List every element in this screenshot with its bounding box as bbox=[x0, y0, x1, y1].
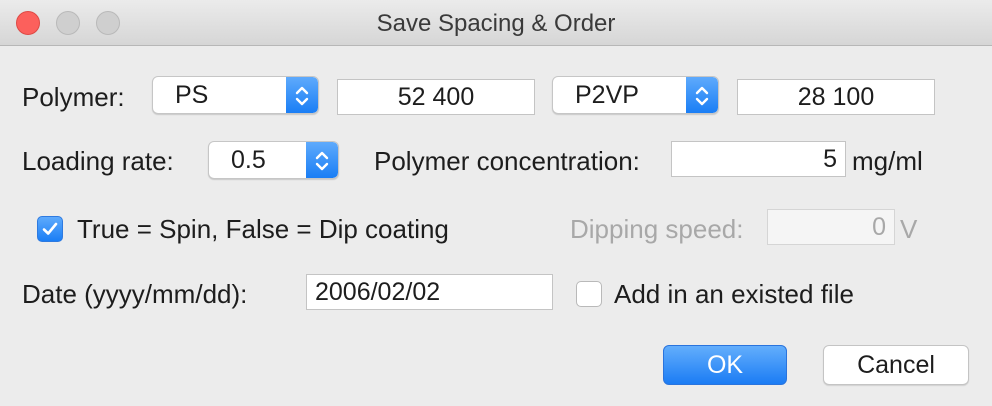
ok-button[interactable]: OK bbox=[663, 345, 787, 385]
concentration-label: Polymer concentration: bbox=[374, 146, 640, 176]
dipping-speed-label: Dipping speed: bbox=[570, 214, 744, 244]
title-bar: Save Spacing & Order bbox=[0, 0, 992, 46]
polymer-2-select-arrows bbox=[686, 77, 718, 113]
polymer-2-selected-value: P2VP bbox=[575, 81, 639, 109]
date-label: Date (yyyy/mm/dd): bbox=[22, 279, 248, 309]
concentration-unit: mg/ml bbox=[852, 146, 923, 176]
chevron-up-down-icon bbox=[295, 86, 309, 106]
chevron-up-down-icon bbox=[695, 86, 709, 106]
polymer-1-select[interactable]: PS bbox=[152, 76, 319, 114]
loading-rate-select[interactable]: 0.5 bbox=[208, 141, 339, 179]
loading-rate-select-arrows bbox=[306, 142, 338, 178]
dipping-speed-field[interactable]: 0 bbox=[767, 209, 895, 245]
polymer-1-mass-field[interactable]: 52 400 bbox=[337, 79, 535, 115]
add-existed-file-label: Add in an existed file bbox=[614, 279, 854, 309]
polymer-2-mass-field[interactable]: 28 100 bbox=[737, 79, 935, 115]
window-title: Save Spacing & Order bbox=[376, 10, 616, 37]
loading-rate-label: Loading rate: bbox=[22, 146, 174, 176]
spin-coating-checkbox[interactable] bbox=[37, 216, 63, 242]
add-existed-file-checkbox[interactable] bbox=[576, 281, 602, 307]
polymer-1-select-arrows bbox=[286, 77, 318, 113]
spin-coating-label: True = Spin, False = Dip coating bbox=[77, 214, 449, 244]
loading-rate-selected-value: 0.5 bbox=[231, 146, 266, 174]
checkmark-icon bbox=[42, 222, 58, 235]
chevron-up-down-icon bbox=[315, 151, 329, 171]
polymer-label: Polymer: bbox=[22, 82, 125, 112]
polymer-1-selected-value: PS bbox=[175, 81, 209, 109]
dipping-speed-unit: V bbox=[900, 214, 918, 244]
date-field[interactable]: 2006/02/02 bbox=[306, 274, 553, 310]
concentration-field[interactable]: 5 bbox=[671, 141, 846, 177]
cancel-button[interactable]: Cancel bbox=[823, 345, 969, 385]
polymer-2-select[interactable]: P2VP bbox=[552, 76, 719, 114]
